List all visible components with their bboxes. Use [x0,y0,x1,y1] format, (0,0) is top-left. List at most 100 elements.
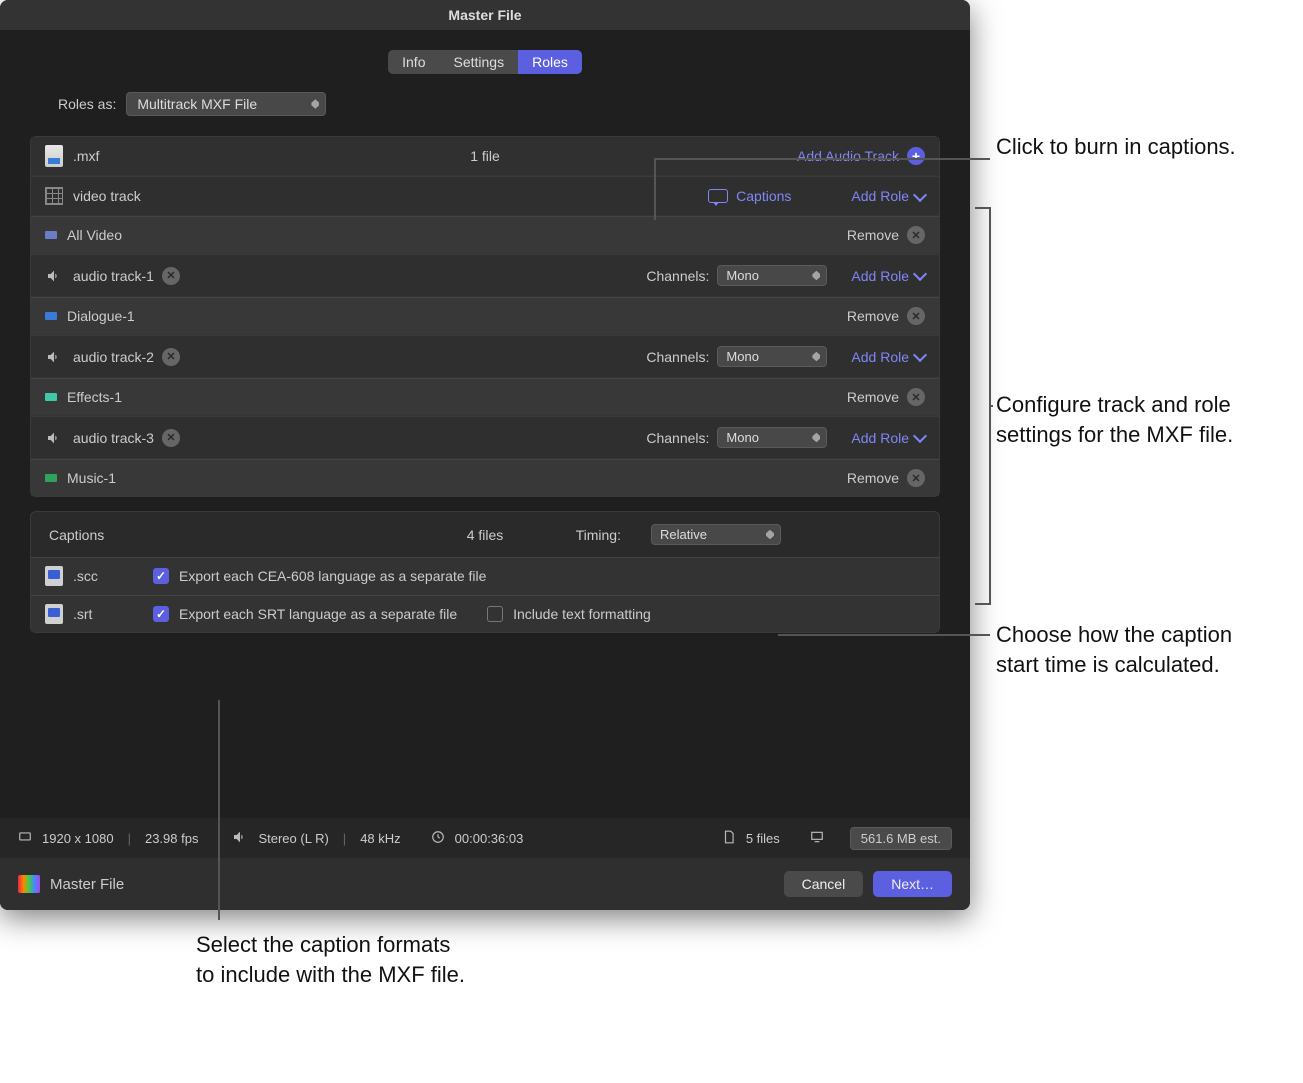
status-size: 561.6 MB est. [850,827,952,850]
cancel-button[interactable]: Cancel [784,871,864,897]
channels-label-1: Channels: [646,268,709,284]
remove-all-video[interactable]: Remove [847,227,899,243]
timing-select[interactable]: Relative [651,524,781,545]
srt-include-checkbox[interactable] [487,606,503,622]
status-resolution: 1920 x 1080 [42,831,114,846]
close-icon[interactable]: ✕ [907,226,925,244]
annotation-configure-tracks: Configure track and role settings for th… [996,390,1286,449]
role-swatch-1 [45,312,57,320]
footer-title: Master File [50,876,124,893]
callout-bracket [975,207,991,605]
add-role-audio-3[interactable]: Add Role [851,430,909,446]
audio-track-1-label: audio track-1 [73,268,154,284]
tab-settings[interactable]: Settings [439,50,518,74]
annotation-timing: Choose how the caption start time is cal… [996,620,1276,679]
add-role-audio-1[interactable]: Add Role [851,268,909,284]
mxf-ext-label: .mxf [73,148,99,164]
channels-select-2[interactable]: Mono [717,346,827,367]
scc-export-checkbox[interactable] [153,568,169,584]
mxf-file-icon [45,147,63,165]
remove-track-2-icon[interactable]: ✕ [162,348,180,366]
mxf-file-count: 1 file [470,148,500,164]
srt-export-label: Export each SRT language as a separate f… [179,606,457,622]
master-file-window: Master File Info Settings Roles Roles as… [0,0,970,910]
role-swatch-3 [45,474,57,482]
chevron-down-icon[interactable] [913,429,927,443]
film-icon [45,187,63,205]
chevron-down-icon[interactable] [913,267,927,281]
close-icon[interactable]: ✕ [907,307,925,325]
status-fps: 23.98 fps [145,831,199,846]
add-audio-track-button[interactable]: Add Audio Track [797,148,899,164]
callout-line [778,634,990,636]
window-titlebar: Master File [0,0,970,30]
callout-line [654,158,656,220]
tab-roles[interactable]: Roles [518,50,582,74]
channels-select-1[interactable]: Mono [717,265,827,286]
audio-track-2-label: audio track-2 [73,349,154,365]
channels-select-3[interactable]: Mono [717,427,827,448]
mxf-panel: .mxf 1 file Add Audio Track + video trac… [30,136,940,497]
footer: Master File Cancel Next… [0,858,970,910]
remove-track-1-icon[interactable]: ✕ [162,267,180,285]
remove-role-2[interactable]: Remove [847,389,899,405]
captions-header: Captions [49,527,104,543]
srt-ext: .srt [73,606,153,622]
status-rate: 48 kHz [360,831,400,846]
window-title: Master File [448,7,521,23]
tab-segment[interactable]: Info Settings Roles [388,50,582,74]
status-audio: Stereo (L R) [258,831,328,846]
channels-label-3: Channels: [646,430,709,446]
speaker-icon [45,267,63,285]
captions-panel: Captions 4 files Timing: Relative .scc E… [30,511,940,633]
scc-export-label: Export each CEA-608 language as a separa… [179,568,486,584]
status-duration: 00:00:36:03 [455,831,524,846]
chevron-down-icon[interactable] [913,348,927,362]
roles-as-select[interactable]: Multitrack MXF File [126,92,326,116]
add-audio-plus-icon[interactable]: + [907,147,925,165]
role-swatch-video [45,231,57,239]
speaker-icon [232,829,248,848]
status-bar: 1920 x 1080 | 23.98 fps Stereo (L R) | 4… [0,818,970,858]
remove-role-3[interactable]: Remove [847,470,899,486]
resolution-icon [18,830,32,847]
monitor-icon [810,830,824,847]
chevron-down-icon[interactable] [913,187,927,201]
captions-file-count: 4 files [467,527,504,543]
srt-file-icon [45,605,63,623]
annotation-caption-formats: Select the caption formats to include wi… [196,930,465,989]
captions-button[interactable]: Captions [736,188,791,204]
callout-line [991,405,993,407]
speaker-icon [45,348,63,366]
remove-track-3-icon[interactable]: ✕ [162,429,180,447]
timing-label: Timing: [576,527,621,543]
roles-as-label: Roles as: [58,96,116,112]
close-icon[interactable]: ✕ [907,388,925,406]
close-icon[interactable]: ✕ [907,469,925,487]
clock-icon [431,830,445,847]
next-button[interactable]: Next… [873,871,952,897]
tab-info[interactable]: Info [388,50,439,74]
callout-line [654,158,990,160]
status-files: 5 files [746,831,780,846]
add-role-audio-2[interactable]: Add Role [851,349,909,365]
captions-burn-icon[interactable] [708,189,728,203]
remove-role-1[interactable]: Remove [847,308,899,324]
scc-ext: .scc [73,568,153,584]
srt-export-checkbox[interactable] [153,606,169,622]
app-icon [18,875,40,893]
annotation-burn-captions: Click to burn in captions. [996,132,1236,162]
role-swatch-2 [45,393,57,401]
audio-track-3-label: audio track-3 [73,430,154,446]
role-effects-1: Effects-1 [67,389,122,405]
channels-label-2: Channels: [646,349,709,365]
role-dialogue-1: Dialogue-1 [67,308,135,324]
scc-file-icon [45,567,63,585]
role-music-1: Music-1 [67,470,116,486]
callout-line [218,700,220,920]
add-role-video[interactable]: Add Role [851,188,909,204]
files-icon [722,830,736,847]
speaker-icon [45,429,63,447]
all-video-label: All Video [67,227,122,243]
srt-include-label: Include text formatting [513,606,651,622]
